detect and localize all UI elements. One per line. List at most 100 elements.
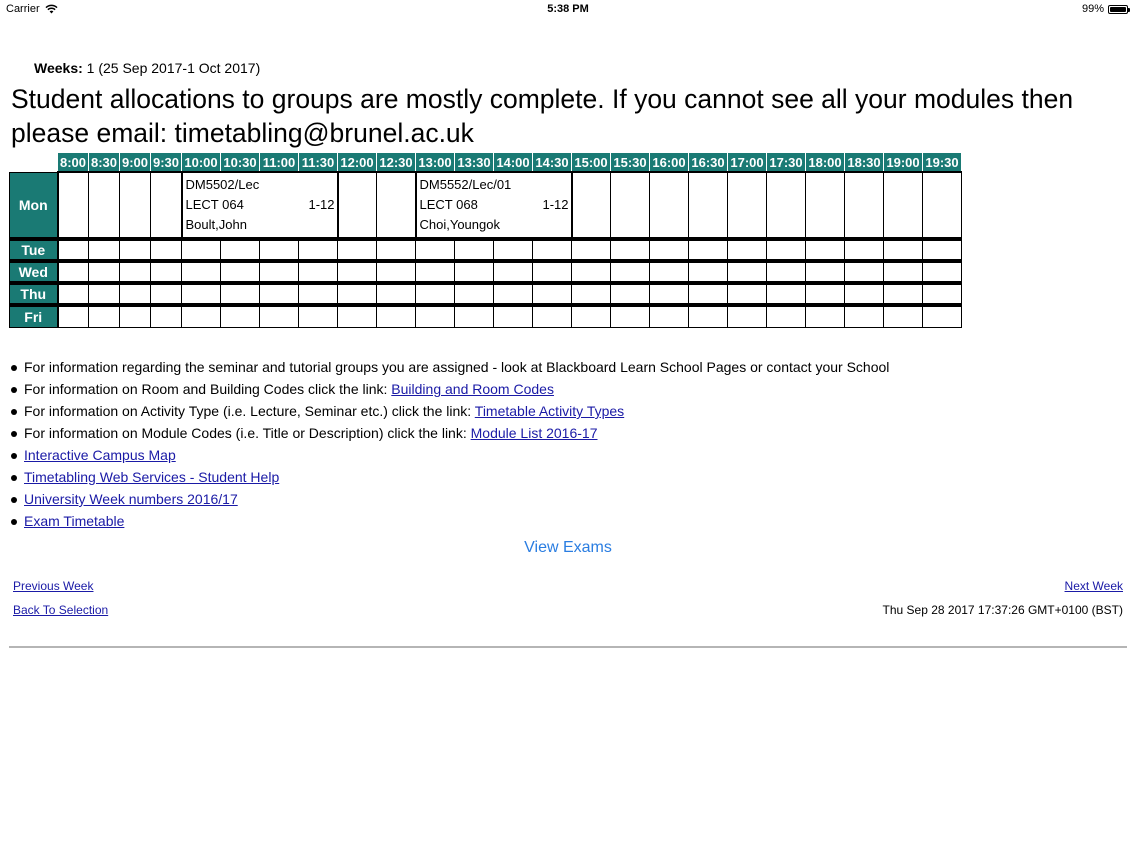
time-header: 10:30: [220, 152, 260, 173]
empty-slot: [571, 237, 611, 262]
empty-slot: [883, 259, 923, 284]
timetable-event[interactable]: DM5552/Lec/01 LECT 068 1-12 Choi,Youngok: [414, 171, 573, 240]
empty-slot: [454, 237, 494, 262]
empty-slot: [119, 237, 151, 262]
empty-slot: [376, 171, 416, 240]
next-week-link[interactable]: Next Week: [1065, 579, 1123, 593]
empty-slot: [150, 259, 182, 284]
empty-slot: [454, 303, 494, 328]
view-exams-button[interactable]: View Exams: [0, 539, 1136, 557]
info-link[interactable]: Exam Timetable: [24, 513, 124, 529]
event-weeks: 1-12: [542, 197, 569, 212]
empty-slot: [181, 259, 221, 284]
weeks-label: Weeks:: [34, 60, 83, 76]
time-header: 16:00: [649, 152, 689, 173]
empty-slot: [610, 281, 650, 306]
weeks-value: 1 (25 Sep 2017-1 Oct 2017): [86, 60, 261, 76]
empty-slot: [181, 237, 221, 262]
empty-slot: [649, 259, 689, 284]
time-header: 19:00: [883, 152, 923, 173]
empty-slot: [649, 171, 689, 240]
empty-slot: [259, 303, 299, 328]
info-link[interactable]: Timetable Activity Types: [475, 403, 624, 419]
empty-slot: [150, 281, 182, 306]
empty-slot: [922, 281, 962, 306]
time-header: 14:30: [532, 152, 572, 173]
time-header: 14:00: [493, 152, 533, 173]
info-list-item: For information regarding the seminar an…: [10, 356, 889, 378]
empty-slot: [766, 237, 806, 262]
bottom-divider: [9, 646, 1127, 648]
info-list-item: For information on Room and Building Cod…: [10, 378, 889, 400]
empty-slot: [57, 259, 89, 284]
time-header: 8:30: [88, 152, 120, 173]
empty-slot: [649, 237, 689, 262]
time-header: 9:00: [119, 152, 151, 173]
event-room: LECT 068: [419, 197, 478, 212]
empty-slot: [688, 259, 728, 284]
empty-slot: [220, 281, 260, 306]
empty-slot: [532, 259, 572, 284]
info-link[interactable]: Building and Room Codes: [391, 381, 554, 397]
empty-slot: [57, 303, 89, 328]
empty-slot: [181, 303, 221, 328]
time-header: 11:00: [259, 152, 299, 173]
empty-slot: [922, 259, 962, 284]
empty-slot: [766, 171, 806, 240]
empty-slot: [454, 259, 494, 284]
info-link[interactable]: Module List 2016-17: [471, 425, 598, 441]
empty-slot: [649, 281, 689, 306]
empty-slot: [493, 259, 533, 284]
info-link[interactable]: University Week numbers 2016/17: [24, 491, 238, 507]
event-weeks: 1-12: [308, 197, 335, 212]
day-row: Wed: [9, 259, 962, 284]
day-label: Fri: [9, 303, 59, 328]
empty-slot: [220, 303, 260, 328]
event-module-code: DM5502/Lec: [185, 177, 260, 192]
empty-slot: [57, 237, 89, 262]
day-row: Tue: [9, 237, 962, 262]
empty-slot: [922, 171, 962, 240]
time-header: 9:30: [150, 152, 182, 173]
empty-slot: [571, 171, 611, 240]
empty-slot: [376, 259, 416, 284]
empty-slot: [805, 303, 845, 328]
empty-slot: [119, 281, 151, 306]
empty-slot: [150, 171, 182, 240]
empty-slot: [119, 171, 151, 240]
day-label: Mon: [9, 171, 59, 240]
empty-slot: [610, 303, 650, 328]
empty-slot: [688, 281, 728, 306]
info-link[interactable]: Timetabling Web Services - Student Help: [24, 469, 279, 485]
empty-slot: [88, 303, 120, 328]
info-text: For information regarding the seminar an…: [24, 359, 890, 375]
empty-slot: [688, 171, 728, 240]
empty-slot: [415, 259, 455, 284]
timetable-event[interactable]: DM5502/Lec LECT 064 1-12 Boult,John: [180, 171, 339, 240]
empty-slot: [57, 171, 89, 240]
time-header: 17:00: [727, 152, 767, 173]
day-label: Thu: [9, 281, 59, 306]
time-header: 10:00: [181, 152, 221, 173]
empty-slot: [88, 237, 120, 262]
empty-slot: [532, 281, 572, 306]
empty-slot: [571, 259, 611, 284]
info-list-item: Exam Timetable: [10, 510, 889, 532]
empty-slot: [337, 171, 377, 240]
empty-slot: [88, 171, 120, 240]
info-link[interactable]: Interactive Campus Map: [24, 447, 176, 463]
status-bar: Carrier 5:38 PM 99%: [0, 0, 1136, 18]
empty-slot: [220, 259, 260, 284]
empty-slot: [337, 281, 377, 306]
empty-slot: [571, 303, 611, 328]
empty-slot: [571, 281, 611, 306]
empty-slot: [454, 281, 494, 306]
empty-slot: [883, 281, 923, 306]
empty-slot: [88, 259, 120, 284]
info-list: For information regarding the seminar an…: [10, 356, 889, 532]
empty-slot: [493, 281, 533, 306]
back-to-selection-link[interactable]: Back To Selection: [13, 603, 108, 617]
event-module-code: DM5552/Lec/01: [419, 177, 512, 192]
empty-slot: [805, 259, 845, 284]
previous-week-link[interactable]: Previous Week: [13, 579, 93, 593]
